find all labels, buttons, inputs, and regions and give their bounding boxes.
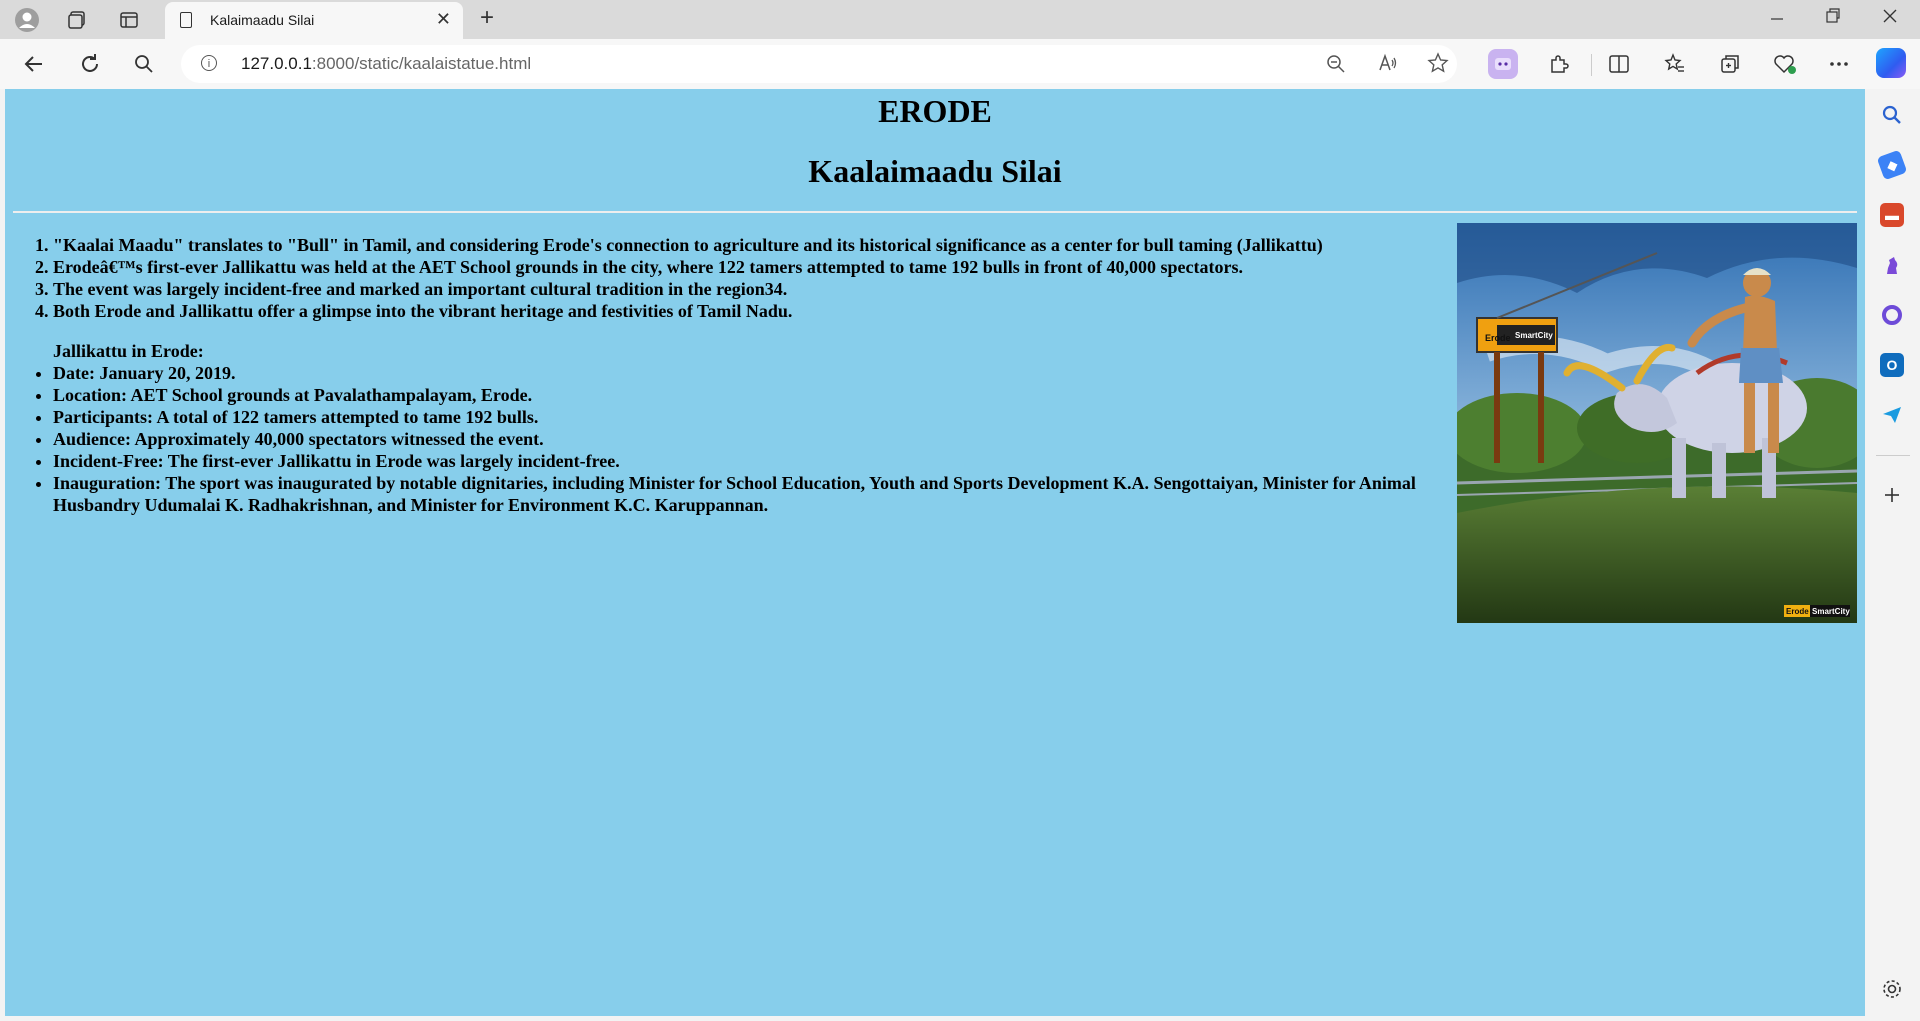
web-page: ERODE Kaalaimaadu Silai "Kaalai Maadu" t… — [5, 89, 1865, 1016]
copilot-icon[interactable] — [1876, 48, 1906, 78]
read-aloud-icon[interactable] — [1377, 52, 1399, 79]
close-window-button[interactable] — [1882, 6, 1898, 31]
details-heading: Jallikattu in Erode: — [53, 341, 204, 361]
more-options-icon[interactable] — [1824, 49, 1854, 79]
sign-text: Erode — [1485, 333, 1511, 343]
list-item: Audience: Approximately 40,000 spectator… — [53, 428, 1435, 450]
edge-sidebar: ◆ ▬ O — [1866, 89, 1920, 1021]
address-bar[interactable]: i 127.0.0.1:8000/static/kaalaistatue.htm… — [181, 45, 1457, 83]
browser-essentials-icon[interactable] — [1770, 49, 1800, 79]
list-item: Erodeâ€™s first-ever Jallikattu was held… — [53, 256, 1435, 278]
new-tab-button[interactable]: + — [480, 4, 494, 32]
list-item: The event was largely incident-free and … — [53, 278, 1435, 300]
site-info-icon[interactable]: i — [201, 55, 217, 71]
url-text[interactable]: 127.0.0.1:8000/static/kaalaistatue.html — [241, 54, 531, 74]
sidebar-search-icon[interactable] — [1880, 103, 1904, 127]
horizontal-rule — [13, 211, 1857, 213]
back-button[interactable] — [18, 48, 50, 80]
toolbar-divider — [1591, 54, 1592, 76]
page-heading: ERODE — [878, 93, 992, 129]
vertical-tabs-icon[interactable] — [114, 5, 144, 35]
favorites-icon[interactable] — [1660, 49, 1690, 79]
extension-avatar-icon[interactable] — [1488, 49, 1518, 79]
minimize-button[interactable] — [1770, 6, 1784, 31]
sidebar-divider — [1876, 455, 1910, 456]
details-list: Date: January 20, 2019. Location: AET Sc… — [5, 362, 1435, 516]
svg-text:SmartCity: SmartCity — [1515, 331, 1553, 340]
list-item: Incident-Free: The first-ever Jallikattu… — [53, 450, 1435, 472]
sidebar-tools-icon[interactable]: ▬ — [1880, 203, 1904, 227]
search-icon[interactable] — [128, 48, 160, 80]
list-item: Inauguration: The sport was inaugurated … — [53, 472, 1435, 516]
workspaces-icon[interactable] — [62, 5, 92, 35]
favorite-star-icon[interactable] — [1427, 52, 1449, 79]
collections-icon[interactable] — [1715, 49, 1745, 79]
sidebar-outlook-icon[interactable]: O — [1880, 353, 1904, 377]
profile-icon[interactable] — [12, 5, 42, 35]
photo-watermark: Erode — [1786, 607, 1809, 616]
tab-bar: Kalaimaadu Silai ✕ + — [0, 0, 1920, 39]
svg-text:SmartCity: SmartCity — [1812, 607, 1850, 616]
restore-button[interactable] — [1826, 6, 1840, 31]
facts-list: "Kaalai Maadu" translates to "Bull" in T… — [5, 234, 1435, 322]
sidebar-copilot-365-icon[interactable] — [1880, 303, 1904, 327]
bull-statue-photo: Erode SmartCity Erode SmartCity — [1457, 223, 1857, 623]
page-icon — [180, 12, 192, 28]
sidebar-drop-icon[interactable] — [1880, 403, 1904, 427]
toolbar: i 127.0.0.1:8000/static/kaalaistatue.htm… — [0, 39, 1920, 89]
sidebar-add-icon[interactable] — [1880, 483, 1904, 507]
sidebar-shopping-icon[interactable]: ◆ — [1876, 149, 1908, 181]
sidebar-games-icon[interactable] — [1880, 253, 1904, 277]
url-path: :8000/static/kaalaistatue.html — [311, 54, 532, 73]
close-tab-icon[interactable]: ✕ — [436, 9, 451, 30]
url-host: 127.0.0.1 — [241, 54, 312, 73]
zoom-out-icon[interactable] — [1326, 52, 1346, 79]
list-item: Both Erode and Jallikattu offer a glimps… — [53, 300, 1435, 322]
list-item: Participants: A total of 122 tamers atte… — [53, 406, 1435, 428]
list-item: Date: January 20, 2019. — [53, 362, 1435, 384]
active-tab[interactable]: Kalaimaadu Silai ✕ — [165, 2, 463, 39]
list-item: "Kaalai Maadu" translates to "Bull" in T… — [53, 234, 1435, 256]
split-screen-icon[interactable] — [1604, 49, 1634, 79]
tab-title: Kalaimaadu Silai — [210, 12, 315, 28]
extensions-icon[interactable] — [1544, 49, 1574, 79]
refresh-button[interactable] — [74, 48, 106, 80]
page-subheading: Kaalaimaadu Silai — [808, 153, 1062, 189]
sidebar-settings-icon[interactable] — [1880, 977, 1904, 1001]
list-item: Location: AET School grounds at Pavalath… — [53, 384, 1435, 406]
